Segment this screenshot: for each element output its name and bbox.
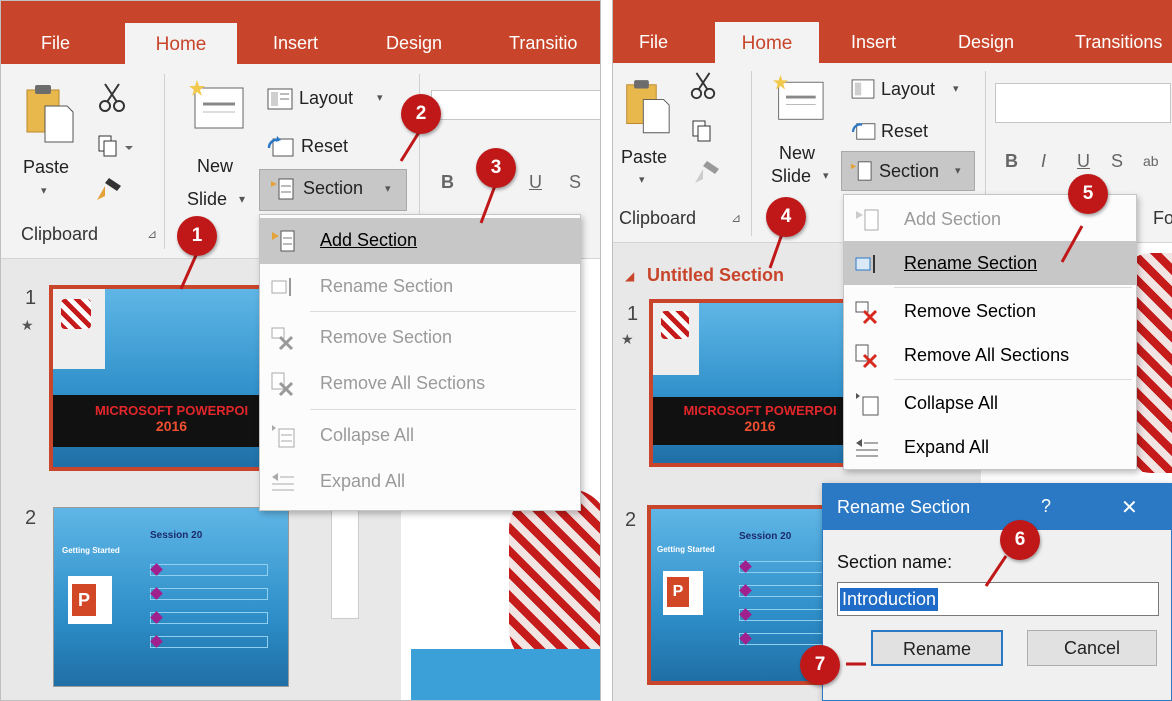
annotation-arrows	[768, 225, 1084, 666]
step-badge-4: 4	[766, 197, 806, 237]
left-screenshot: File Home Insert Design Transitio Paste …	[0, 0, 601, 701]
step-badge-2: 2	[401, 94, 441, 134]
step-badge-7: 7	[800, 645, 840, 685]
annotation-arrows	[179, 128, 498, 290]
step-badge-1: 1	[177, 216, 217, 256]
step-badge-6: 6	[1000, 520, 1040, 560]
step-badge-3: 3	[476, 148, 516, 188]
step-badge-5: 5	[1068, 174, 1108, 214]
